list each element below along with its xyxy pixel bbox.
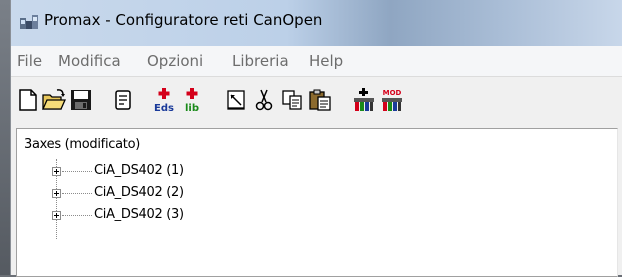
mod-label: MOD <box>383 89 402 97</box>
cut-icon[interactable] <box>251 87 277 113</box>
network-tree[interactable]: 3axes (modificato) CiA_DS402 (1) CiA_DS4… <box>16 128 618 277</box>
menu-modifica[interactable]: Modifica <box>58 52 121 70</box>
add-eds-icon[interactable]: Eds <box>151 87 177 113</box>
title-bar[interactable]: Promax - Configuratore reti CanOpen <box>11 0 622 46</box>
app-window: Promax - Configuratore reti CanOpen File… <box>10 0 622 277</box>
network-icon[interactable] <box>351 87 377 113</box>
properties-icon[interactable] <box>110 87 136 113</box>
tree-root-label[interactable]: 3axes (modificato) <box>24 137 140 152</box>
network-mod-icon[interactable]: MOD <box>379 87 405 113</box>
copy-icon[interactable] <box>279 87 305 113</box>
tree-node-label[interactable]: CiA_DS402 (3) <box>94 207 184 222</box>
window-title: Promax - Configuratore reti CanOpen <box>44 11 323 29</box>
menu-file[interactable]: File <box>17 52 42 70</box>
tree-node[interactable]: CiA_DS402 (3) <box>17 206 317 226</box>
expand-icon[interactable] <box>52 167 61 176</box>
eds-label: Eds <box>154 103 174 113</box>
tree-connector <box>62 215 92 217</box>
tree-node[interactable]: CiA_DS402 (2) <box>17 184 317 204</box>
open-folder-icon[interactable] <box>41 87 67 113</box>
tree-node[interactable]: CiA_DS402 (1) <box>17 162 317 182</box>
menu-bar: File Modifica Opzioni Libreria Help <box>11 46 622 77</box>
menu-help[interactable]: Help <box>309 52 343 70</box>
tree-node-label[interactable]: CiA_DS402 (2) <box>94 185 184 200</box>
paste-icon[interactable] <box>307 87 333 113</box>
edit-icon[interactable] <box>223 87 249 113</box>
toolbar: Eds lib MOD <box>11 77 622 125</box>
tree-connector <box>62 193 92 195</box>
add-lib-icon[interactable]: lib <box>179 87 205 113</box>
menu-libreria[interactable]: Libreria <box>232 52 289 70</box>
expand-icon[interactable] <box>52 211 61 220</box>
menu-opzioni[interactable]: Opzioni <box>147 52 203 70</box>
tree-node-label[interactable]: CiA_DS402 (1) <box>94 163 184 178</box>
expand-icon[interactable] <box>52 189 61 198</box>
save-icon[interactable] <box>68 87 94 113</box>
app-icon <box>20 14 38 30</box>
lib-label: lib <box>185 103 199 113</box>
new-document-icon[interactable] <box>15 87 41 113</box>
tree-connector <box>62 171 92 173</box>
